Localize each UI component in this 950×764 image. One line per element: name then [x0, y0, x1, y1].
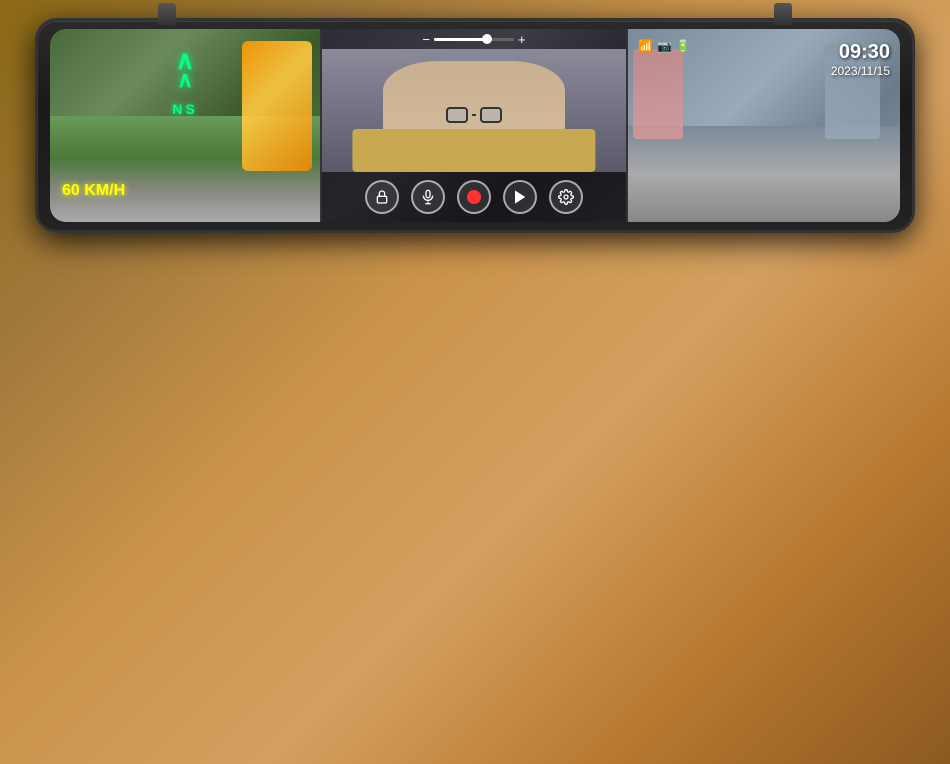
main-container: ∧ ∧ NS 60 KM/H −	[0, 0, 950, 764]
datetime-display: 09:30 2023/11/15	[831, 41, 890, 78]
cam-right: 📶 📷 🔋 09:30 2023/11/15	[628, 29, 900, 222]
mirror-mount-left	[158, 3, 176, 25]
record-button[interactable]	[457, 180, 491, 214]
vol-minus: −	[422, 32, 430, 47]
center-face-area	[322, 49, 626, 172]
play-button[interactable]	[503, 180, 537, 214]
cam-left: ∧ ∧ NS 60 KM/H	[50, 29, 322, 222]
signal-icons: 📶 📷 🔋	[638, 39, 691, 53]
date-display: 2023/11/15	[831, 64, 890, 78]
hud-speed: 60 KM/H	[62, 182, 125, 200]
volume-bar-container: − +	[322, 29, 626, 49]
mirror-mount-right	[774, 3, 792, 25]
mirror-screen: ∧ ∧ NS 60 KM/H −	[50, 29, 900, 222]
center-controls	[322, 172, 626, 222]
hud-ns: NS	[172, 101, 197, 117]
cam-center: − +	[322, 29, 628, 222]
mirror-device: ∧ ∧ NS 60 KM/H −	[35, 18, 915, 233]
vol-plus: +	[518, 32, 526, 47]
hud-overlay: ∧ ∧ NS 60 KM/H	[50, 29, 320, 222]
mic-button[interactable]	[411, 180, 445, 214]
lock-button[interactable]	[365, 180, 399, 214]
settings-button[interactable]	[549, 180, 583, 214]
time-display: 09:30	[831, 41, 890, 64]
